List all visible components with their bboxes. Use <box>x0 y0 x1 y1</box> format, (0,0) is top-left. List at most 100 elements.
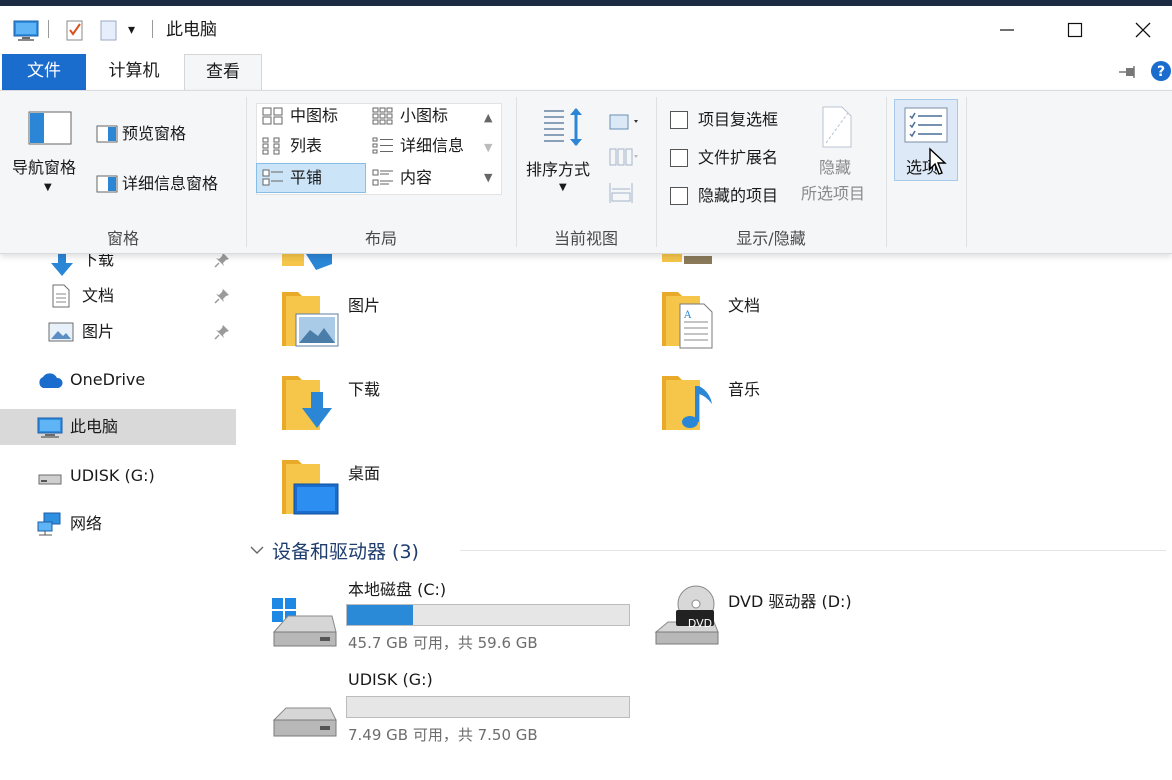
minimize-button[interactable] <box>984 14 1030 46</box>
qa-separator <box>152 20 153 38</box>
layout-small-icons[interactable]: 小图标 <box>400 105 448 127</box>
item-checkboxes-checkbox[interactable] <box>670 111 688 129</box>
nav-item-this-pc[interactable]: 此电脑 <box>0 409 236 445</box>
navigation-pane-chevron-icon[interactable]: ▼ <box>44 177 52 199</box>
navigation-pane-icon <box>28 111 72 145</box>
document-icon <box>52 284 70 308</box>
close-button[interactable] <box>1120 14 1166 46</box>
new-folder-icon[interactable] <box>98 18 120 42</box>
hide-selected-line2[interactable]: 所选项目 <box>801 183 865 205</box>
sort-by-icon <box>544 108 582 146</box>
network-icon <box>37 512 61 536</box>
group-label-current-view: 当前视图 <box>553 229 618 248</box>
gallery-scroll-up-icon[interactable]: ▲ <box>484 107 492 129</box>
group-by-icon[interactable] <box>608 113 642 131</box>
tiles-icon <box>262 169 283 186</box>
system-drive-icon <box>272 598 337 647</box>
nav-item-documents[interactable]: 文档 <box>0 278 236 314</box>
group-separator <box>966 97 967 247</box>
nav-item-udisk[interactable]: UDISK (G:) <box>0 458 236 494</box>
navigation-pane-button[interactable]: 导航窗格 <box>12 157 76 179</box>
svg-text:A: A <box>683 310 692 321</box>
tab-view[interactable]: 查看 <box>184 54 262 90</box>
sort-by-chevron-icon[interactable]: ▼ <box>559 177 567 199</box>
content-icon <box>372 169 393 186</box>
group-label-layout: 布局 <box>364 229 397 248</box>
drive-usage-fill <box>347 605 413 625</box>
computer-icon <box>37 417 63 438</box>
drive-name: DVD 驱动器 (D:) <box>728 592 852 611</box>
chevron-down-icon <box>250 546 264 554</box>
small-icons-icon <box>372 107 393 125</box>
layout-details[interactable]: 详细信息 <box>400 135 464 157</box>
details-pane-button[interactable]: 详细信息窗格 <box>122 173 218 195</box>
desktop-folder-icon <box>282 460 339 515</box>
ribbon: 导航窗格 ▼ 预览窗格 详细信息窗格 窗格 中图标 小图标 列表 详细信息 平铺… <box>0 90 1172 254</box>
sort-by-button[interactable]: 排序方式 <box>526 159 590 181</box>
preview-pane-button[interactable]: 预览窗格 <box>122 123 186 145</box>
hide-selected-line1[interactable]: 隐藏 <box>819 157 851 179</box>
folder-name: 桌面 <box>348 464 381 483</box>
mouse-cursor-icon <box>929 147 947 175</box>
maximize-button[interactable] <box>1052 14 1098 46</box>
properties-icon[interactable] <box>64 18 86 42</box>
customize-qa-chevron-icon[interactable]: ▾ <box>128 18 144 42</box>
item-checkboxes-label: 项目复选框 <box>698 110 779 129</box>
minimize-icon <box>1000 29 1014 31</box>
close-icon <box>1135 22 1151 38</box>
music-folder-icon <box>662 376 712 430</box>
medium-icons-icon <box>262 107 283 125</box>
tab-file[interactable]: 文件 <box>2 54 86 90</box>
nav-item-onedrive[interactable]: OneDrive <box>0 362 236 398</box>
gallery-more-icon[interactable]: ▼ <box>484 167 492 189</box>
nav-item-pictures[interactable]: 图片 <box>0 314 236 350</box>
file-extensions-checkbox[interactable] <box>670 149 688 167</box>
layout-content[interactable]: 内容 <box>400 167 432 189</box>
usb-drive-icon <box>38 474 62 485</box>
devices-section-header[interactable]: 设备和驱动器 (3) <box>250 538 419 563</box>
section-divider <box>460 550 1166 551</box>
drive-usage-bar <box>346 696 630 718</box>
pin-icon[interactable] <box>214 252 230 268</box>
nav-label: 此电脑 <box>70 417 119 436</box>
maximize-icon <box>1067 22 1083 38</box>
pin-ribbon-icon[interactable] <box>1118 64 1138 80</box>
pictures-folder-icon <box>282 292 339 347</box>
add-columns-icon[interactable] <box>608 147 642 167</box>
help-icon[interactable]: ? <box>1150 60 1172 82</box>
preview-pane-icon <box>96 125 118 143</box>
layout-list[interactable]: 列表 <box>290 135 322 157</box>
pin-icon[interactable] <box>214 288 230 304</box>
layout-medium-icons[interactable]: 中图标 <box>290 105 338 127</box>
hide-selected-items-icon <box>822 106 852 148</box>
group-label-show-hide: 显示/隐藏 <box>736 229 806 248</box>
content-area: 图片 A 文档 下载 音乐 桌面 设备和驱动器 (3) 本地磁盘 (C:) 45… <box>238 254 1172 780</box>
drive-space: 7.49 GB 可用，共 7.50 GB <box>348 726 538 744</box>
group-label-panes: 窗格 <box>106 229 139 248</box>
nav-label: UDISK (G:) <box>70 466 155 485</box>
ribbon-tabs: 文件 计算机 查看 ? <box>0 52 1172 90</box>
tab-computer[interactable]: 计算机 <box>92 54 176 90</box>
file-extensions-label: 文件扩展名 <box>698 148 779 167</box>
list-icon <box>262 137 280 155</box>
onedrive-cloud-icon <box>39 373 63 388</box>
folder-name: 下载 <box>348 380 381 399</box>
hidden-items-label: 隐藏的项目 <box>698 186 779 205</box>
gallery-scroll-down-icon[interactable]: ▼ <box>484 137 492 159</box>
layout-tiles[interactable]: 平铺 <box>290 167 322 189</box>
hidden-items-checkbox[interactable] <box>670 187 688 205</box>
drive-name: UDISK (G:) <box>348 670 433 689</box>
qa-separator <box>48 20 49 38</box>
computer-icon <box>13 20 39 41</box>
music-folder-partial-icon <box>662 254 712 264</box>
pin-icon[interactable] <box>214 324 230 340</box>
dvd-badge: DVD <box>687 617 713 630</box>
section-title: 设备和驱动器 (3) <box>272 540 419 563</box>
nav-item-network[interactable]: 网络 <box>0 506 236 542</box>
size-columns-to-fit-icon[interactable] <box>608 181 636 205</box>
drive-space: 45.7 GB 可用，共 59.6 GB <box>348 634 538 652</box>
nav-label: OneDrive <box>70 370 146 389</box>
folder-name: 图片 <box>348 296 381 315</box>
picture-icon <box>48 322 74 342</box>
nav-label: 图片 <box>82 322 115 341</box>
